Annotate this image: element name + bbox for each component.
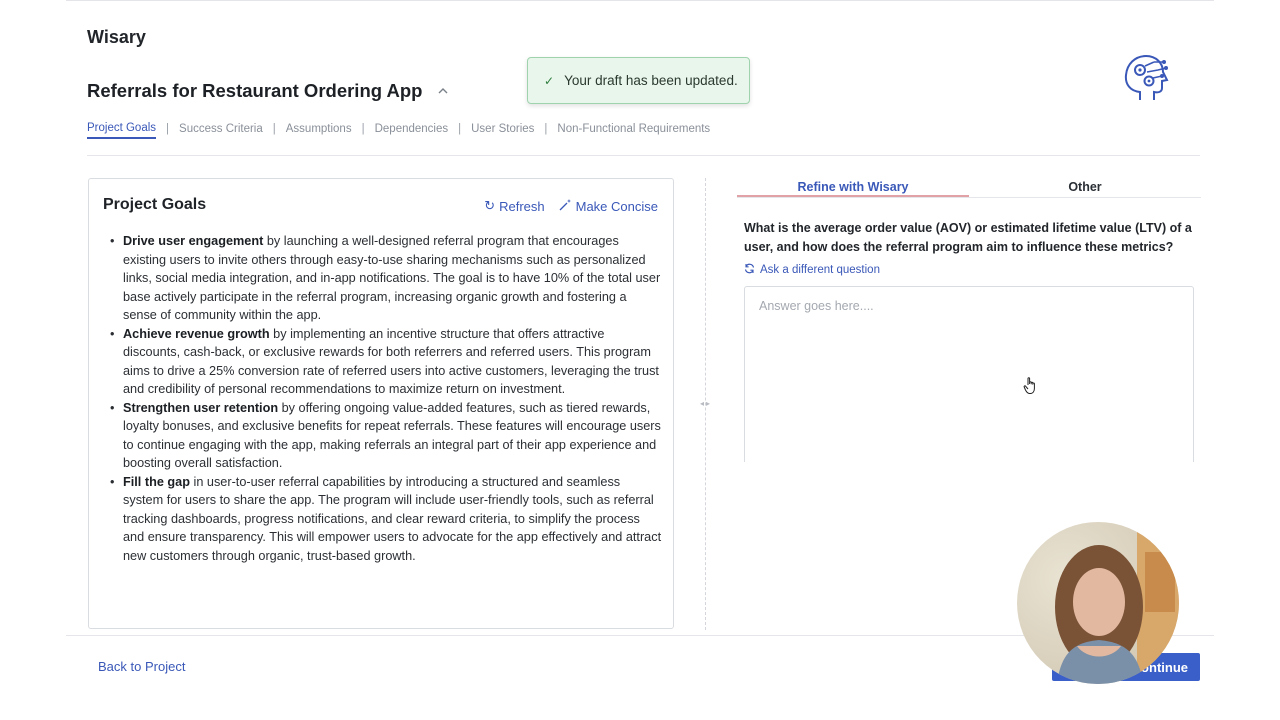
resize-handle-icon[interactable]: ◂▸ <box>696 397 716 409</box>
back-to-project-link[interactable]: Back to Project <box>98 659 185 674</box>
refresh-button[interactable]: ↻ Refresh <box>484 198 544 214</box>
tab-separator: | <box>361 123 365 135</box>
card-title: Project Goals <box>103 196 207 213</box>
list-item: Fill the gap in user-to-user referral ca… <box>107 473 663 566</box>
magic-wand-icon <box>559 198 572 214</box>
toast-notification: ✓ Your draft has been updated. <box>527 57 750 104</box>
tab-dependencies[interactable]: Dependencies <box>375 123 449 138</box>
list-item: Achieve revenue growth by implementing a… <box>107 325 663 399</box>
app-name: Wisary <box>87 27 146 47</box>
refine-tabs: Refine with Wisary Other <box>737 178 1201 198</box>
goal-heading: Achieve revenue growth <box>123 326 270 341</box>
ask-different-question-link[interactable]: Ask a different question <box>744 263 880 277</box>
ask-different-label: Ask a different question <box>760 264 880 276</box>
brain-logo-icon <box>1118 48 1170 104</box>
page-title: Referrals for Restaurant Ordering App <box>87 80 423 101</box>
tab-refine-with-wisary[interactable]: Refine with Wisary <box>737 178 969 197</box>
sync-icon <box>744 263 755 277</box>
tabs-divider <box>87 155 1200 156</box>
webcam-overlay <box>1017 522 1179 684</box>
tab-separator: | <box>272 123 276 135</box>
tab-project-goals[interactable]: Project Goals <box>87 122 157 139</box>
make-concise-label: Make Concise <box>575 198 658 214</box>
tab-user-stories[interactable]: User Stories <box>471 123 534 138</box>
tab-assumptions[interactable]: Assumptions <box>286 123 352 138</box>
goals-list: Drive user engagement by launching a wel… <box>107 232 663 565</box>
project-goals-card: Project Goals ↻ Refresh Make Concise Dri… <box>88 178 674 629</box>
check-icon: ✓ <box>544 73 555 88</box>
tab-separator: | <box>166 123 170 135</box>
refine-question: What is the average order value (AOV) or… <box>744 221 1192 254</box>
goal-heading: Drive user engagement <box>123 234 264 248</box>
hand-cursor-icon <box>1022 376 1040 396</box>
tab-non-functional-requirements[interactable]: Non-Functional Requirements <box>557 123 710 138</box>
toast-message: Your draft has been updated. <box>564 73 738 88</box>
answer-input[interactable] <box>744 286 1194 462</box>
goal-heading: Fill the gap <box>123 474 190 489</box>
refresh-icon: ↻ <box>484 198 496 213</box>
make-concise-button[interactable]: Make Concise <box>559 198 658 214</box>
list-item: Strengthen user retention by offering on… <box>107 399 663 473</box>
tab-separator: | <box>458 123 462 135</box>
goal-text: in user-to-user referral capabilities by… <box>123 474 662 563</box>
section-tabs: Project Goals | Success Criteria | Assum… <box>87 122 710 139</box>
chevron-up-icon[interactable] <box>436 84 450 98</box>
card-actions: ↻ Refresh Make Concise <box>484 198 658 214</box>
title-row: Referrals for Restaurant Ordering App <box>87 80 450 102</box>
top-border <box>66 0 1214 1</box>
list-item: Drive user engagement by launching a wel… <box>107 232 663 325</box>
tab-success-criteria[interactable]: Success Criteria <box>179 123 263 138</box>
goal-heading: Strengthen user retention <box>123 400 279 415</box>
refresh-label: Refresh <box>499 198 545 214</box>
tab-other[interactable]: Other <box>969 178 1201 197</box>
tab-separator: | <box>544 123 548 135</box>
